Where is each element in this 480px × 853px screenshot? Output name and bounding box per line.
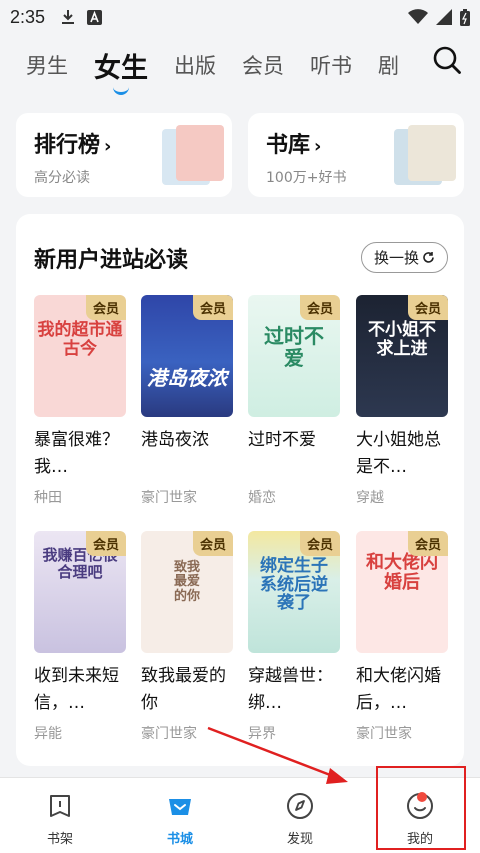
book-cover: 绑定生子系统后逆袭了 会员: [248, 531, 340, 653]
book-cover: 过时不爱 会员: [248, 295, 340, 417]
book-item[interactable]: 港岛夜浓 会员 港岛夜浓 豪门世家: [141, 295, 233, 507]
book-category: 豪门世家: [141, 490, 197, 506]
book-cover: 港岛夜浓 会员: [141, 295, 233, 417]
tab-vip[interactable]: 会员: [242, 50, 284, 80]
refresh-label: 换一换: [373, 249, 419, 267]
status-time: 2:35: [10, 6, 46, 27]
tab-drama[interactable]: 剧: [378, 50, 406, 80]
book-cover: 致我最爱的你 会员: [141, 531, 233, 653]
nav-bookstore[interactable]: 书城: [120, 778, 240, 853]
vip-badge: 会员: [299, 531, 340, 556]
refresh-button[interactable]: 换一换: [360, 242, 448, 273]
book-cover: 不小姐不求上进 会员: [356, 295, 448, 417]
nav-discover[interactable]: 发现: [240, 778, 360, 853]
vip-badge: 会员: [85, 295, 126, 320]
vip-badge: 会员: [192, 531, 233, 556]
compass-icon: [287, 793, 313, 819]
book-title: 过时不爱: [248, 430, 316, 450]
quick-links: 排行榜 › 高分必读 书库 › 100万+好书: [16, 113, 464, 197]
book-item[interactable]: 我赚百亿很合理吧 会员 收到未来短信，… 异能: [34, 531, 126, 743]
bookstore-icon: [169, 799, 191, 815]
nav-label: 发现: [286, 832, 313, 847]
nav-label: 书城: [166, 832, 193, 847]
book-category: 穿越: [356, 490, 384, 506]
book-category: 异能: [34, 726, 62, 742]
vip-badge: 会员: [407, 295, 448, 320]
vip-badge: 会员: [299, 295, 340, 320]
book-title: 暴富很难？我…: [34, 430, 119, 477]
book-cover: 和大佬闪婚后 会员: [356, 531, 448, 653]
app-notification-icon: [87, 9, 103, 25]
vip-badge: 会员: [85, 531, 126, 556]
refresh-icon: [423, 252, 434, 263]
signal-icon: [436, 9, 452, 25]
book-cover: 我赚百亿很合理吧 会员: [34, 531, 126, 653]
book-title: 致我最爱的你: [141, 666, 226, 713]
book-category: 异界: [248, 726, 276, 742]
bookshelf-icon: [50, 795, 70, 817]
book-category: 种田: [34, 490, 62, 506]
book-category: 豪门世家: [356, 726, 412, 742]
book-title: 和大佬闪婚后，…: [356, 666, 441, 713]
vip-badge: 会员: [407, 531, 448, 556]
section-title: 新用户进站必读: [34, 248, 189, 273]
status-bar: 2:35: [0, 0, 480, 34]
vip-badge: 会员: [192, 295, 233, 320]
library-card[interactable]: 书库 › 100万+好书: [248, 113, 464, 197]
tab-audiobook[interactable]: 听书: [310, 50, 352, 80]
download-icon: [62, 10, 75, 24]
book-title: 大小姐她总是不…: [356, 430, 441, 477]
book-item[interactable]: 不小姐不求上进 会员 大小姐她总是不… 穿越: [356, 295, 448, 507]
annotation-highlight-box: [376, 766, 466, 850]
new-user-recommend-panel: 新用户进站必读 换一换 我的超市通古今 会员 暴富很难？我… 种田 港岛夜浓 会…: [16, 214, 464, 766]
library-cover-front: [408, 125, 456, 181]
book-cover: 我的超市通古今 会员: [34, 295, 126, 417]
battery-icon: [460, 8, 470, 26]
book-item[interactable]: 绑定生子系统后逆袭了 会员 穿越兽世：绑… 异界: [248, 531, 340, 743]
book-item[interactable]: 我的超市通古今 会员 暴富很难？我… 种田: [34, 295, 126, 507]
tab-publish[interactable]: 出版: [174, 50, 216, 80]
book-item[interactable]: 致我最爱的你 会员 致我最爱的你 豪门世家: [141, 531, 233, 743]
ranking-cover-front: [176, 125, 224, 181]
tab-male[interactable]: 男生: [26, 50, 68, 80]
book-category: 豪门世家: [141, 726, 197, 742]
search-icon[interactable]: [432, 45, 462, 75]
nav-bookshelf[interactable]: 书架: [0, 778, 120, 853]
book-title: 港岛夜浓: [141, 430, 209, 450]
wifi-icon: [408, 9, 428, 24]
book-title: 收到未来短信，…: [34, 666, 119, 713]
book-item[interactable]: 过时不爱 会员 过时不爱 婚恋: [248, 295, 340, 507]
category-tabs: 男生 女生 出版 会员 听书 剧: [0, 38, 480, 92]
nav-label: 书架: [46, 832, 73, 847]
ranking-card[interactable]: 排行榜 › 高分必读: [16, 113, 232, 197]
book-title: 穿越兽世：绑…: [248, 666, 333, 713]
book-item[interactable]: 和大佬闪婚后 会员 和大佬闪婚后，… 豪门世家: [356, 531, 448, 743]
tab-female[interactable]: 女生: [94, 46, 148, 85]
book-category: 婚恋: [248, 490, 276, 506]
